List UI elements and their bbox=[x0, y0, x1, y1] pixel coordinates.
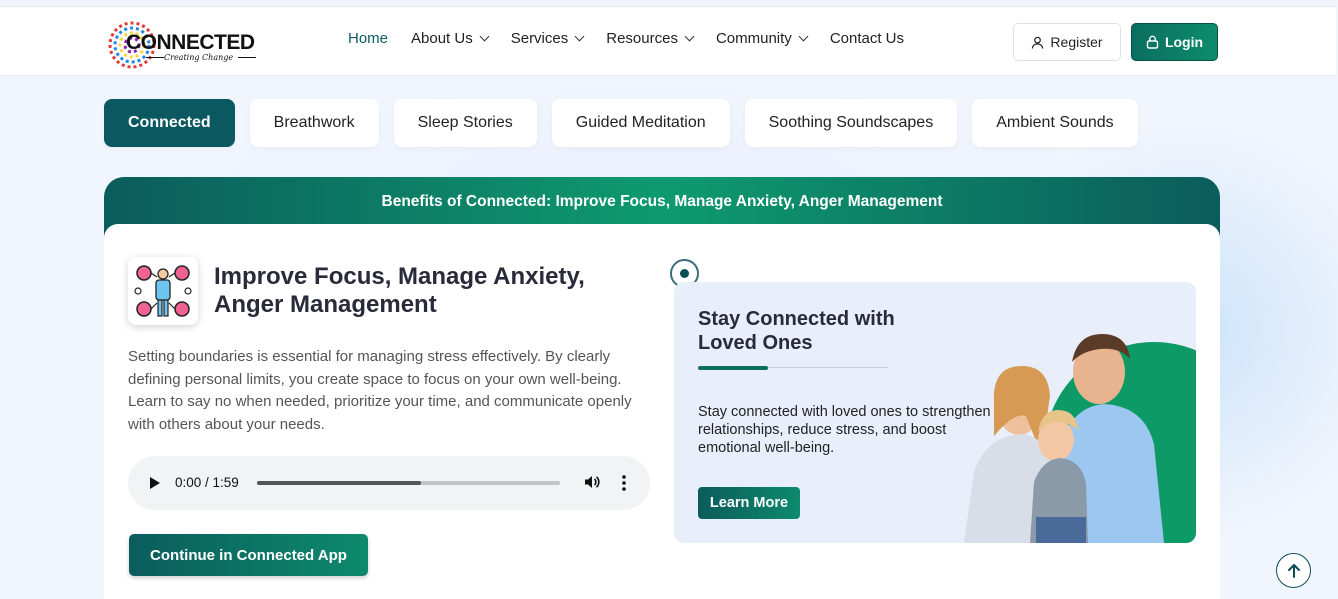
feature-title: Improve Focus, Manage Anxiety, Anger Man… bbox=[214, 263, 585, 318]
tab-connected[interactable]: Connected bbox=[104, 99, 235, 147]
learn-more-button[interactable]: Learn More bbox=[698, 487, 800, 519]
nav-community-label: Community bbox=[715, 30, 792, 47]
promo-title: Stay Connected with Loved Ones bbox=[698, 308, 895, 354]
chevron-down-icon bbox=[574, 31, 585, 42]
nav-contact-label: Contact Us bbox=[829, 30, 905, 47]
play-icon[interactable] bbox=[150, 477, 160, 489]
nav-home[interactable]: Home bbox=[348, 30, 388, 47]
audio-player[interactable]: 0:00 / 1:59 bbox=[128, 456, 650, 510]
feature-icon-box bbox=[128, 257, 198, 325]
site-header: CONNECTED Creating Change Home About Us … bbox=[0, 6, 1336, 76]
tab-sleep-stories[interactable]: Sleep Stories bbox=[393, 99, 537, 147]
category-tabs: Connected Breathwork Sleep Stories Guide… bbox=[104, 99, 1153, 147]
emotions-person-icon bbox=[134, 265, 192, 317]
nav-contact[interactable]: Contact Us bbox=[830, 30, 904, 47]
nav-services-label: Services bbox=[510, 30, 569, 47]
nav-community[interactable]: Community bbox=[715, 30, 809, 47]
promo-divider-accent bbox=[698, 366, 768, 370]
tab-ambient-sounds[interactable]: Ambient Sounds bbox=[972, 99, 1138, 147]
more-vertical-icon[interactable] bbox=[620, 474, 628, 492]
chevron-down-icon bbox=[684, 31, 695, 42]
logo-rule bbox=[146, 57, 164, 58]
tab-guided-meditation[interactable]: Guided Meditation bbox=[551, 99, 730, 147]
chevron-down-icon bbox=[479, 31, 490, 42]
logo-tagline: Creating Change bbox=[164, 53, 234, 62]
lock-icon bbox=[1146, 35, 1159, 49]
nav-services[interactable]: Services bbox=[510, 30, 585, 47]
register-button[interactable]: Register bbox=[1013, 23, 1121, 61]
nav-about[interactable]: About Us bbox=[411, 30, 490, 47]
logo-wordmark: CONNECTED bbox=[126, 31, 255, 54]
logo-rule bbox=[238, 57, 256, 58]
tab-soothing-soundscapes[interactable]: Soothing Soundscapes bbox=[744, 99, 958, 147]
audio-time: 0:00 / 1:59 bbox=[175, 475, 239, 490]
scroll-to-top-button[interactable] bbox=[1276, 553, 1311, 588]
slider-indicator-dot bbox=[680, 269, 689, 278]
login-button[interactable]: Login bbox=[1131, 23, 1218, 61]
user-icon bbox=[1032, 36, 1044, 49]
arrow-up-icon bbox=[1287, 563, 1300, 578]
site-logo[interactable]: CONNECTED Creating Change bbox=[104, 17, 264, 69]
chevron-down-icon bbox=[798, 31, 809, 42]
benefits-banner-text: Benefits of Connected: Improve Focus, Ma… bbox=[381, 193, 943, 210]
main-nav: Home About Us Services Resources Communi… bbox=[348, 30, 927, 47]
family-photo bbox=[964, 334, 1196, 543]
promo-card: Stay Connected with Loved Ones Stay conn… bbox=[674, 282, 1196, 543]
feature-description: Setting boundaries is essential for mana… bbox=[128, 348, 632, 433]
nav-resources[interactable]: Resources bbox=[606, 30, 695, 47]
login-label: Login bbox=[1164, 34, 1204, 50]
nav-home-label: Home bbox=[348, 30, 389, 47]
audio-progress-track[interactable] bbox=[257, 481, 560, 485]
audio-progress-fill bbox=[257, 481, 421, 485]
nav-about-label: About Us bbox=[411, 30, 473, 47]
promo-text: Stay connected with loved ones to streng… bbox=[698, 404, 991, 456]
register-label: Register bbox=[1050, 34, 1103, 50]
nav-resources-label: Resources bbox=[606, 30, 678, 47]
continue-in-app-button[interactable]: Continue in Connected App bbox=[129, 534, 368, 576]
volume-icon[interactable] bbox=[583, 473, 601, 491]
tab-breathwork[interactable]: Breathwork bbox=[249, 99, 379, 147]
